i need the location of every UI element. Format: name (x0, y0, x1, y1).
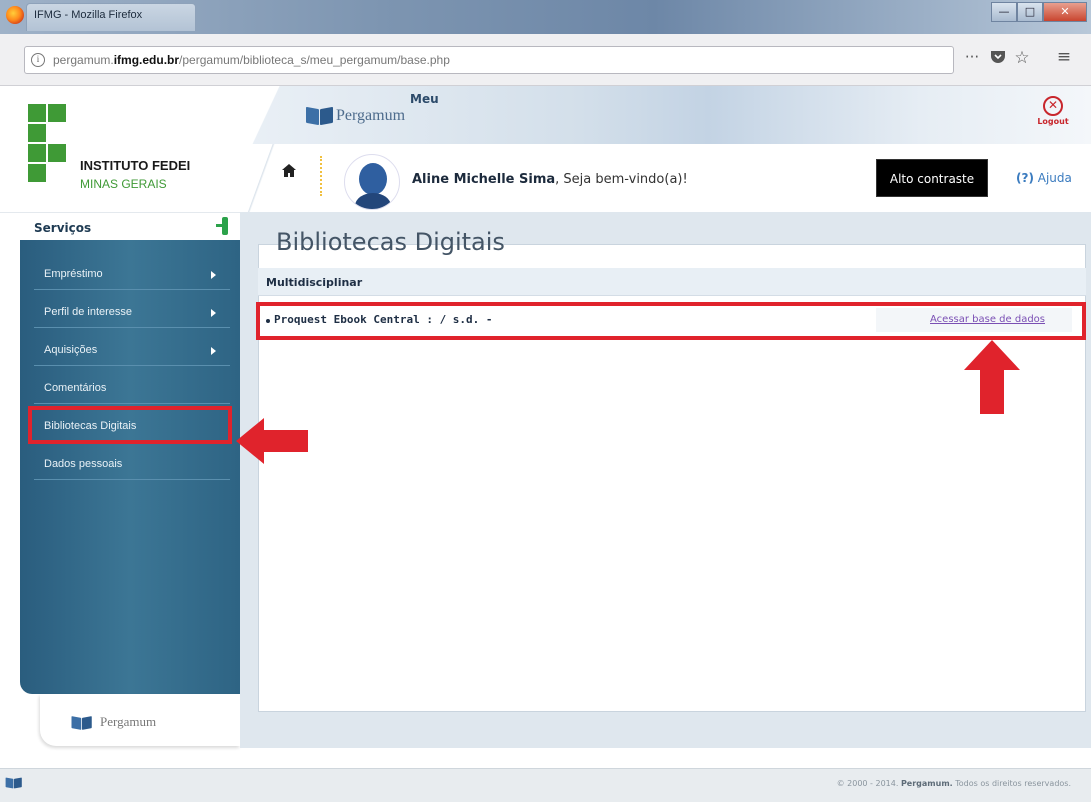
meu-pergamum-logo[interactable]: Meu Pergamum (292, 92, 492, 134)
avatar-body (355, 193, 391, 209)
page-title: Bibliotecas Digitais (276, 228, 505, 256)
page-actions-icon[interactable]: ··· (962, 48, 982, 66)
welcome-message: Aline Michelle Sima, Seja bem-vindo(a)! (412, 172, 688, 187)
logout-label: Logout (1037, 117, 1069, 126)
browser-toolbar: i pergamum.ifmg.edu.br/pergamum/bibliote… (0, 34, 1091, 86)
close-window-button[interactable]: ✕ (1043, 2, 1087, 22)
institution-name: INSTITUTO FEDEI (80, 158, 191, 173)
sidebar-footer: Pergamum (40, 694, 240, 746)
logo-square (28, 144, 46, 162)
sidebar-item-label: Empréstimo (44, 268, 103, 280)
pergamum-banner: Meu Pergamum ✕ Logout (240, 86, 1091, 144)
sidebar-item-label: Aquisições (44, 344, 98, 356)
annotation-highlight-sidebar (28, 406, 232, 444)
help-label: Ajuda (1037, 171, 1072, 185)
avatar (344, 154, 400, 210)
brand-pergamum: Pergamum (336, 107, 406, 124)
copyright-text: © 2000 - 2014. Pergamum. Todos os direit… (836, 779, 1071, 788)
firefox-icon (6, 6, 24, 24)
sidebar: Empréstimo Perfil de interesse Aquisiçõe… (20, 240, 240, 694)
bookmark-star-icon[interactable]: ☆ (1012, 48, 1032, 68)
pergamum-book-icon (71, 716, 93, 730)
alto-contraste-button[interactable]: Alto contraste (876, 159, 988, 197)
logo-square (48, 144, 66, 162)
logout-button[interactable]: ✕ Logout (1033, 94, 1073, 126)
sidebar-item-comentarios[interactable]: Comentários (34, 374, 230, 404)
info-icon[interactable]: i (31, 53, 45, 67)
expand-arrow-icon (211, 309, 216, 317)
sidebar-item-label: Dados pessoais (44, 458, 123, 470)
annotation-arrow-left-icon (236, 418, 308, 464)
home-icon[interactable] (282, 164, 296, 181)
sidebar-item-emprestimo[interactable]: Empréstimo (34, 260, 230, 290)
pocket-icon[interactable] (988, 50, 1008, 68)
window-controls: — □ ✕ (991, 2, 1087, 24)
collapse-sidebar-icon[interactable] (216, 217, 228, 235)
user-bar: Aline Michelle Sima, Seja bem-vindo(a)! … (240, 144, 1091, 212)
separator (320, 156, 322, 196)
url-text[interactable]: pergamum.ifmg.edu.br/pergamum/biblioteca… (53, 53, 450, 67)
logout-icon: ✕ (1043, 96, 1063, 116)
welcome-suffix: , Seja bem-vindo(a)! (555, 172, 688, 187)
sidebar-item-label: Perfil de interesse (44, 306, 133, 318)
help-icon: (?) (1016, 171, 1034, 185)
section-title: Multidisciplinar (266, 276, 363, 289)
logo-square (28, 164, 46, 182)
maximize-button[interactable]: □ (1017, 2, 1043, 22)
sidebar-item-label: Comentários (44, 382, 107, 394)
logo-square (48, 104, 66, 122)
page-footer: © 2000 - 2014. Pergamum. Todos os direit… (0, 768, 1091, 802)
hamburger-menu-icon[interactable]: ≡ (1054, 47, 1074, 67)
institution-state: MINAS GERAIS (80, 177, 167, 191)
sidebar-footer-brand: Pergamum (100, 714, 157, 729)
annotation-arrow-up-icon (964, 340, 1020, 414)
pergamum-book-icon (306, 106, 334, 126)
sidebar-item-dados-pessoais[interactable]: Dados pessoais (34, 450, 230, 480)
sidebar-item-perfil-de-interesse[interactable]: Perfil de interesse (34, 298, 230, 328)
expand-arrow-icon (211, 347, 216, 355)
section-header: Multidisciplinar (258, 268, 1086, 296)
avatar-head (359, 163, 387, 195)
annotation-highlight-row (256, 302, 1086, 340)
minimize-button[interactable]: — (991, 2, 1017, 22)
help-link[interactable]: (?) Ajuda (1016, 171, 1072, 185)
sidebar-title: Serviços (34, 221, 92, 235)
user-name: Aline Michelle Sima (412, 172, 556, 187)
sidebar-item-aquisicoes[interactable]: Aquisições (34, 336, 230, 366)
address-bar[interactable]: i pergamum.ifmg.edu.br/pergamum/bibliote… (24, 46, 954, 74)
window-titlebar: IFMG - Mozilla Firefox — □ ✕ (0, 0, 1091, 34)
site-header: INSTITUTO FEDEI MINAS GERAIS Meu Pergamu… (0, 86, 1091, 212)
logo-square (28, 104, 46, 122)
sidebar-header: Serviços (0, 212, 240, 240)
window-title: IFMG - Mozilla Firefox (34, 9, 143, 21)
expand-arrow-icon (211, 271, 216, 279)
ifmg-logo[interactable]: INSTITUTO FEDEI MINAS GERAIS (0, 86, 240, 212)
pergamum-book-icon (5, 777, 23, 789)
brand-meu: Meu (410, 92, 439, 106)
logo-square (28, 124, 46, 142)
